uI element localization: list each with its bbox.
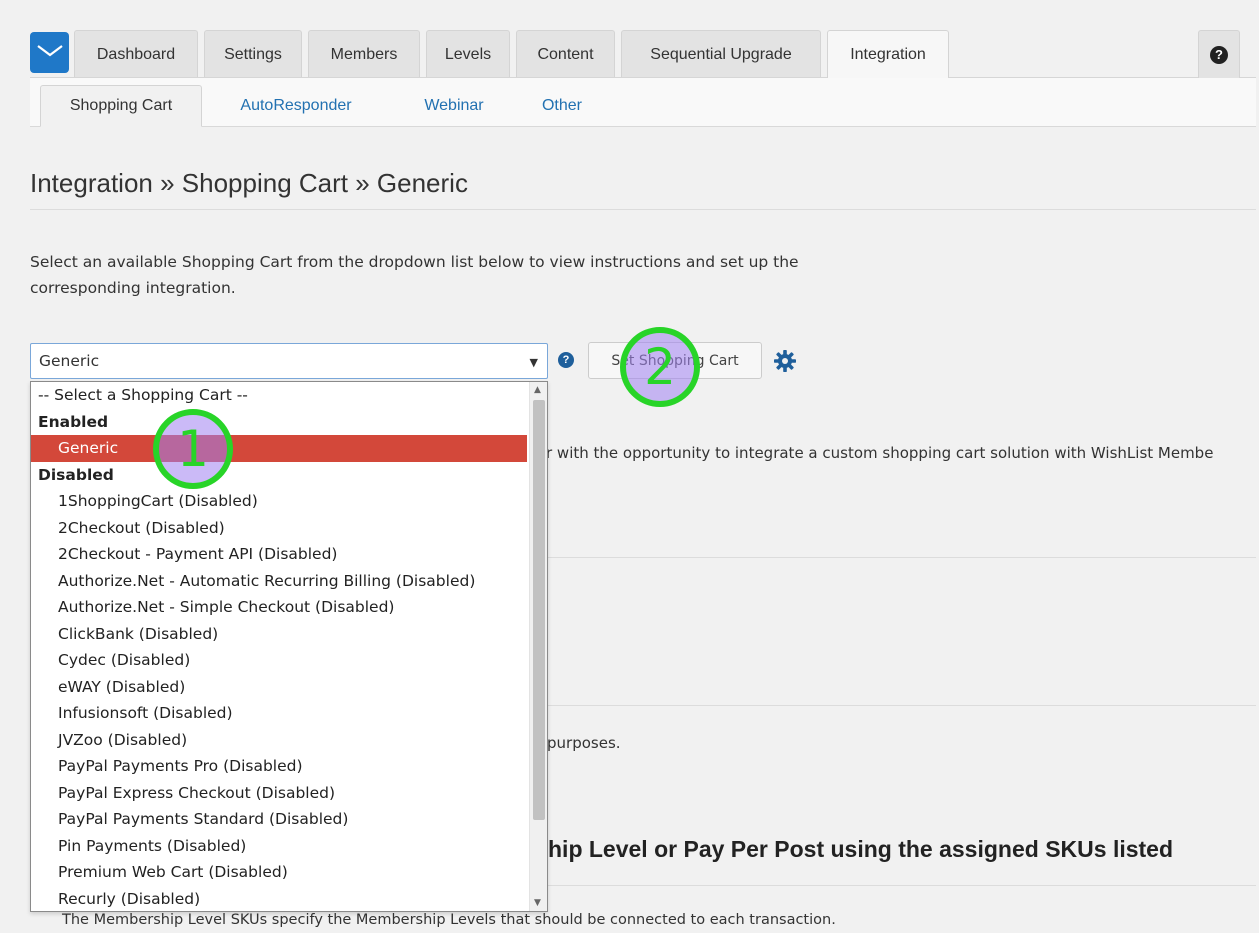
shopping-cart-dropdown-list[interactable]: -- Select a Shopping Cart -- Enabled Gen…: [30, 381, 548, 912]
option-2checkout-payment-api[interactable]: 2Checkout - Payment API (Disabled): [31, 541, 547, 568]
option-authorize-net-arb[interactable]: Authorize.Net - Automatic Recurring Bill…: [31, 568, 547, 595]
envelope-icon: [36, 44, 63, 56]
option-paypal-payments-pro[interactable]: PayPal Payments Pro (Disabled): [31, 753, 547, 780]
sku-section-heading: hip Level or Pay Per Post using the assi…: [548, 836, 1174, 862]
option-authorize-net-simple[interactable]: Authorize.Net - Simple Checkout (Disable…: [31, 594, 547, 621]
caret-down-icon: ▼: [529, 356, 538, 369]
tab-sequential-upgrade[interactable]: Sequential Upgrade: [621, 30, 821, 78]
tab-levels[interactable]: Levels: [426, 30, 510, 78]
tab-settings[interactable]: Settings: [204, 30, 302, 78]
generic-intro-text: r with the opportunity to integrate a cu…: [546, 444, 1214, 462]
scroll-up-arrow-icon[interactable]: ▲: [534, 385, 541, 395]
option-2checkout[interactable]: 2Checkout (Disabled): [31, 515, 547, 542]
tab-dashboard[interactable]: Dashboard: [74, 30, 198, 78]
help-button[interactable]: ?: [1198, 30, 1240, 78]
select-value: Generic: [39, 352, 100, 370]
wishlist-logo[interactable]: [30, 32, 69, 73]
question-circle-icon: ?: [1210, 45, 1228, 64]
option-paypal-payments-standard[interactable]: PayPal Payments Standard (Disabled): [31, 806, 547, 833]
option-paypal-express-checkout[interactable]: PayPal Express Checkout (Disabled): [31, 780, 547, 807]
option-recurly[interactable]: Recurly (Disabled): [31, 886, 547, 912]
annotation-marker-2: 2: [620, 327, 700, 407]
option-pin-payments[interactable]: Pin Payments (Disabled): [31, 833, 547, 860]
option-eway[interactable]: eWAY (Disabled): [31, 674, 547, 701]
option-premium-web-cart[interactable]: Premium Web Cart (Disabled): [31, 859, 547, 886]
section-divider: [548, 705, 1256, 706]
scrollbar-thumb[interactable]: [533, 400, 545, 820]
optgroup-disabled: Disabled: [38, 465, 114, 484]
option-cydec[interactable]: Cydec (Disabled): [31, 647, 547, 674]
subtab-other[interactable]: Other: [522, 85, 602, 127]
section-divider: [548, 557, 1256, 558]
title-divider: [30, 209, 1256, 210]
subtab-webinar[interactable]: Webinar: [404, 85, 504, 127]
page-description: Select an available Shopping Cart from t…: [30, 253, 799, 297]
tab-content[interactable]: Content: [516, 30, 615, 78]
annotation-marker-1: 1: [153, 409, 233, 489]
subtab-shopping-cart[interactable]: Shopping Cart: [40, 85, 202, 127]
option-infusionsoft[interactable]: Infusionsoft (Disabled): [31, 700, 547, 727]
tab-members[interactable]: Members: [308, 30, 420, 78]
optgroup-enabled: Enabled: [38, 412, 109, 431]
sku-note: The Membership Level SKUs specify the Me…: [62, 912, 836, 928]
option-clickbank[interactable]: ClickBank (Disabled): [31, 621, 547, 648]
option-placeholder[interactable]: -- Select a Shopping Cart --: [31, 382, 547, 409]
tab-integration[interactable]: Integration: [827, 30, 949, 79]
scroll-down-arrow-icon[interactable]: ▼: [534, 898, 541, 908]
option-generic[interactable]: Generic: [31, 435, 527, 462]
subtab-autoresponder[interactable]: AutoResponder: [216, 85, 376, 127]
gear-icon[interactable]: [773, 349, 797, 373]
purposes-text: purposes.: [547, 734, 621, 752]
dropdown-scrollbar[interactable]: ▲ ▼: [529, 382, 547, 911]
question-circle-icon[interactable]: ?: [558, 352, 574, 368]
option-1shoppingcart[interactable]: 1ShoppingCart (Disabled): [31, 488, 547, 515]
option-jvzoo[interactable]: JVZoo (Disabled): [31, 727, 547, 754]
subnav-bar: [30, 78, 1256, 127]
section-divider: [548, 885, 1256, 886]
page-title: Integration » Shopping Cart » Generic: [30, 168, 468, 198]
shopping-cart-select[interactable]: Generic ▼: [30, 343, 548, 379]
